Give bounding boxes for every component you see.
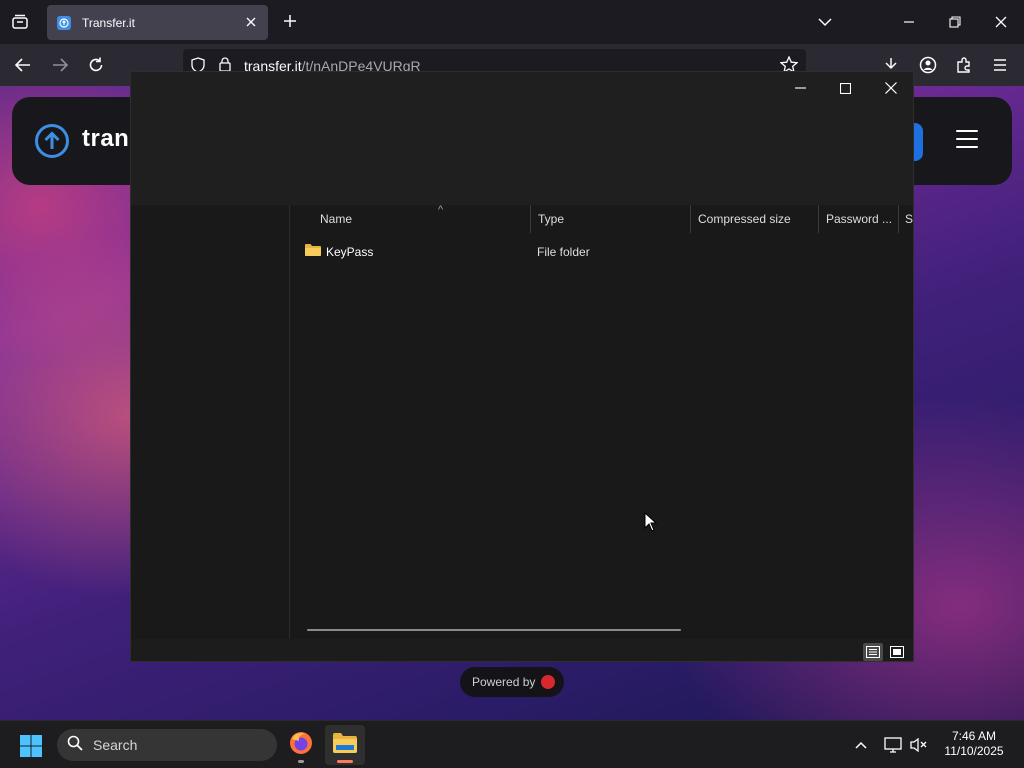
explorer-title-area (131, 72, 913, 205)
powered-by-label: Powered by (472, 675, 536, 689)
back-arrow-icon[interactable] (10, 52, 36, 78)
file-explorer-icon (332, 732, 358, 759)
new-tab-icon[interactable] (280, 11, 300, 31)
hamburger-menu-icon[interactable] (987, 52, 1013, 78)
column-header-name[interactable]: Name ^ (313, 205, 531, 233)
explorer-status-bar (131, 639, 913, 661)
file-type: File folder (537, 245, 590, 259)
browser-tab-bar: Transfer.it (0, 0, 1024, 44)
column-header-label: Si (905, 212, 913, 226)
mouse-cursor-icon (644, 511, 658, 532)
search-label: Search (93, 737, 138, 753)
explorer-file-list: Name ^ Type Compressed size Password ...… (291, 205, 913, 639)
folder-icon (304, 243, 322, 262)
file-row-keypass[interactable]: KeyPass File folder (304, 241, 904, 263)
site-menu-icon[interactable] (956, 130, 978, 150)
large-icons-view-icon[interactable] (887, 643, 907, 661)
chevron-down-icon[interactable] (814, 11, 836, 33)
speaker-muted-icon[interactable] (909, 735, 929, 755)
powered-by-badge[interactable]: Powered by (460, 667, 564, 697)
clock-time: 7:46 AM (951, 729, 997, 743)
upload-arrow-logo-icon[interactable] (34, 123, 70, 159)
column-header-size[interactable]: Si (899, 205, 913, 233)
transfer-favicon-icon (57, 15, 71, 30)
file-name: KeyPass (326, 245, 374, 259)
restore-icon[interactable] (941, 8, 969, 36)
tab-list-icon[interactable] (6, 8, 34, 36)
firefox-icon (288, 730, 314, 761)
minimize-icon[interactable] (895, 8, 923, 36)
tab-close-icon[interactable] (243, 14, 259, 30)
column-header-type[interactable]: Type (531, 205, 691, 233)
windows-start-icon[interactable] (18, 733, 44, 759)
forward-arrow-icon[interactable] (47, 52, 73, 78)
column-header-label: Name (320, 212, 353, 226)
explorer-close-icon[interactable] (869, 75, 913, 101)
column-header-password[interactable]: Password ... (819, 205, 899, 233)
explorer-navigation-pane[interactable] (131, 205, 290, 639)
app-active-indicator (337, 760, 353, 763)
taskbar-file-explorer[interactable] (325, 725, 365, 765)
search-icon (67, 735, 83, 756)
mega-logo-icon (541, 675, 556, 689)
sort-ascending-icon: ^ (438, 205, 444, 216)
app-running-indicator (298, 760, 304, 763)
details-view-icon[interactable] (863, 643, 883, 661)
reload-icon[interactable] (83, 52, 109, 78)
clock-date: 11/10/2025 (944, 744, 1004, 758)
chevron-up-icon[interactable] (851, 735, 871, 755)
column-header-label: Password ... (826, 212, 893, 226)
file-explorer-window: Name ^ Type Compressed size Password ...… (130, 71, 914, 662)
explorer-minimize-icon[interactable] (778, 75, 822, 101)
taskbar-clock[interactable]: 7:46 AM 11/10/2025 (936, 729, 1012, 759)
tab-title: Transfer.it (82, 15, 135, 30)
horizontal-scrollbar[interactable] (307, 629, 681, 631)
taskbar-firefox[interactable] (281, 725, 321, 765)
taskbar-search-box[interactable]: Search (57, 729, 277, 761)
taskbar: Search 7:46 AM 11/10/2025 (0, 720, 1024, 768)
close-window-icon[interactable] (987, 8, 1015, 36)
monitor-icon[interactable] (883, 735, 903, 755)
column-header-label: Compressed size (698, 212, 791, 226)
explorer-maximize-icon[interactable] (823, 75, 867, 101)
extensions-icon[interactable] (951, 52, 977, 78)
tab-transfer-it[interactable]: Transfer.it (47, 5, 268, 40)
column-header-label: Type (538, 212, 565, 226)
column-header-compressed-size[interactable]: Compressed size (691, 205, 819, 233)
account-icon[interactable] (915, 52, 941, 78)
